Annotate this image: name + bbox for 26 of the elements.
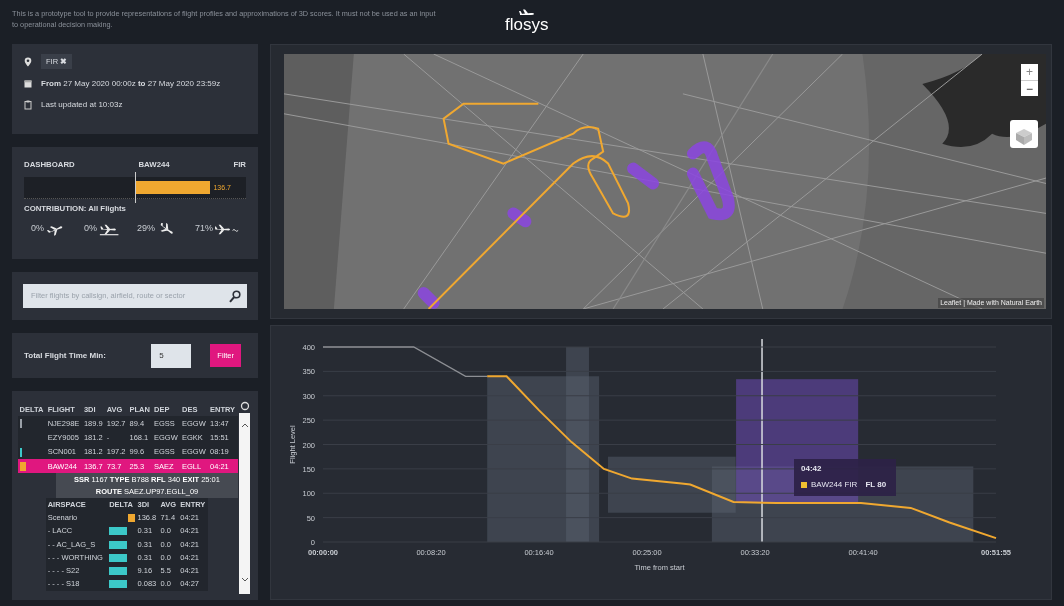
- filter-label: Total Flight Time Min:: [24, 349, 106, 362]
- baseline-marker: [135, 171, 136, 203]
- contribution-percent: 29%: [137, 222, 155, 236]
- layers-button[interactable]: [1010, 120, 1038, 148]
- tooltip-value: FL 80: [865, 479, 887, 491]
- calendar-icon: [24, 79, 32, 90]
- settings-icon: [240, 401, 250, 411]
- scrollbar[interactable]: [239, 413, 250, 594]
- logo-text: flosys: [505, 16, 549, 33]
- date-range-text: From 27 May 2020 00:00z to 27 May 2020 23:59z: [41, 78, 221, 91]
- cruising-plane-icon: [215, 222, 239, 236]
- cube-icon: [1014, 126, 1034, 147]
- tooltip-time: 04:42: [801, 463, 823, 475]
- location-pin-icon: [24, 56, 32, 67]
- last-updated-text: Last updated at 10:03z: [41, 99, 123, 112]
- scroll-down-icon: [240, 576, 250, 584]
- scroll-up-icon: [240, 421, 250, 429]
- plane-icon: [518, 9, 535, 16]
- min-time-field[interactable]: 5: [151, 343, 192, 368]
- search-icon: [229, 289, 241, 303]
- contribution-percent: 0%: [31, 222, 44, 236]
- clipboard-icon: [24, 100, 32, 111]
- tooltip-series: BAW244 FIR: [811, 479, 858, 491]
- zoom-out-button[interactable]: −: [1021, 80, 1038, 96]
- contribution-percent: 71%: [195, 222, 213, 236]
- contribution-percent: 0%: [84, 222, 97, 236]
